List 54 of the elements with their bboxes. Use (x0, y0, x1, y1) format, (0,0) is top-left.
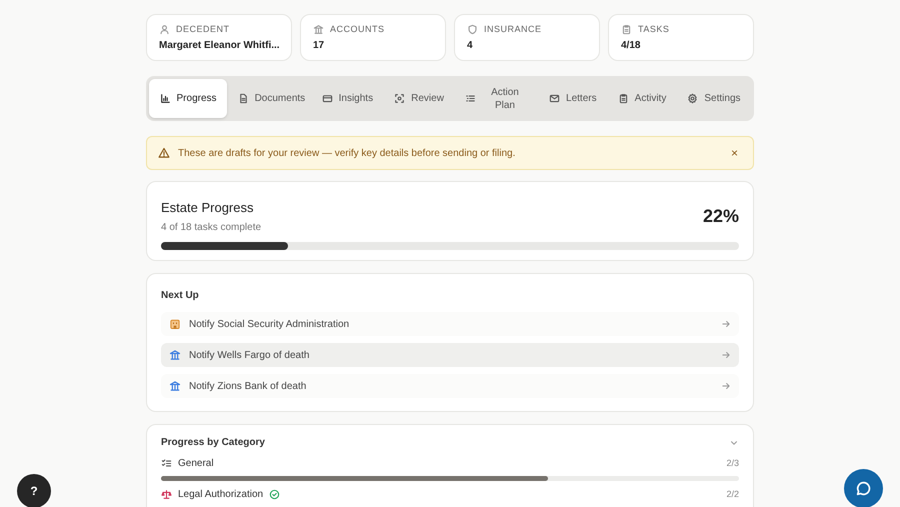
progress-percent: 22% (702, 204, 739, 228)
checklist-icon (161, 458, 172, 469)
stat-label: DECEDENT (176, 23, 230, 36)
stat-value: 17 (313, 38, 324, 52)
scales-icon (161, 489, 172, 500)
category-name: Legal Authorization (178, 488, 264, 502)
tab[interactable]: Action Plan (454, 79, 539, 118)
document-icon (238, 93, 249, 104)
chat-button[interactable] (844, 469, 883, 507)
category-count: 2/2 (726, 488, 739, 501)
chat-bubble-icon (855, 480, 872, 497)
bank-icon (169, 349, 181, 361)
tab[interactable]: Settings (676, 79, 752, 118)
task-item[interactable]: Notify Zions Bank of death (161, 374, 739, 398)
help-button[interactable]: ? (17, 474, 51, 507)
arrow-right-icon (721, 381, 731, 391)
stat-value: Margaret Eleanor Whitfi... (159, 38, 280, 52)
task-item[interactable]: Notify Wells Fargo of death (161, 343, 739, 367)
warning-message: These are drafts for your review — verify key details before sending or filing. (178, 146, 516, 160)
tab[interactable]: Review (384, 79, 454, 118)
stat-label: INSURANCE (484, 23, 542, 36)
card-title: Progress by Category (161, 436, 265, 450)
category-name: General (178, 457, 214, 471)
stat-value: 4 (467, 38, 473, 52)
clipboard-icon (618, 93, 629, 104)
task-item[interactable]: Notify Social Security Administration (161, 312, 739, 336)
bank-icon (313, 24, 324, 36)
card-icon (322, 93, 333, 104)
card-title: Next Up (161, 289, 200, 303)
card-title: Estate Progress (161, 199, 254, 217)
bar-chart-icon (160, 93, 171, 104)
clipboard-icon (621, 24, 632, 36)
stat-value: 4/18 (621, 38, 640, 52)
warning-icon (158, 147, 170, 159)
category-count: 2/3 (726, 456, 739, 470)
tab[interactable]: Documents (227, 79, 312, 118)
tab[interactable]: Progress (149, 79, 228, 118)
arrow-right-icon (721, 319, 731, 329)
arrow-right-icon (721, 350, 731, 360)
scan-icon (394, 93, 406, 104)
tab[interactable]: Activity (607, 79, 677, 118)
stat-label: ACCOUNTS (330, 23, 385, 36)
building-icon (169, 318, 181, 330)
settings-icon (687, 93, 698, 104)
stat-label: TASKS (638, 23, 670, 36)
progress-subtitle: 4 of 18 tasks complete (161, 220, 262, 234)
tab[interactable]: Letters (538, 79, 608, 118)
shield-icon (467, 24, 478, 36)
close-button[interactable]: × (726, 144, 742, 162)
person-icon (159, 24, 170, 36)
list-icon (464, 93, 476, 104)
tab[interactable]: Insights (311, 79, 384, 118)
envelope-icon (549, 93, 560, 104)
bank-icon (169, 380, 181, 392)
